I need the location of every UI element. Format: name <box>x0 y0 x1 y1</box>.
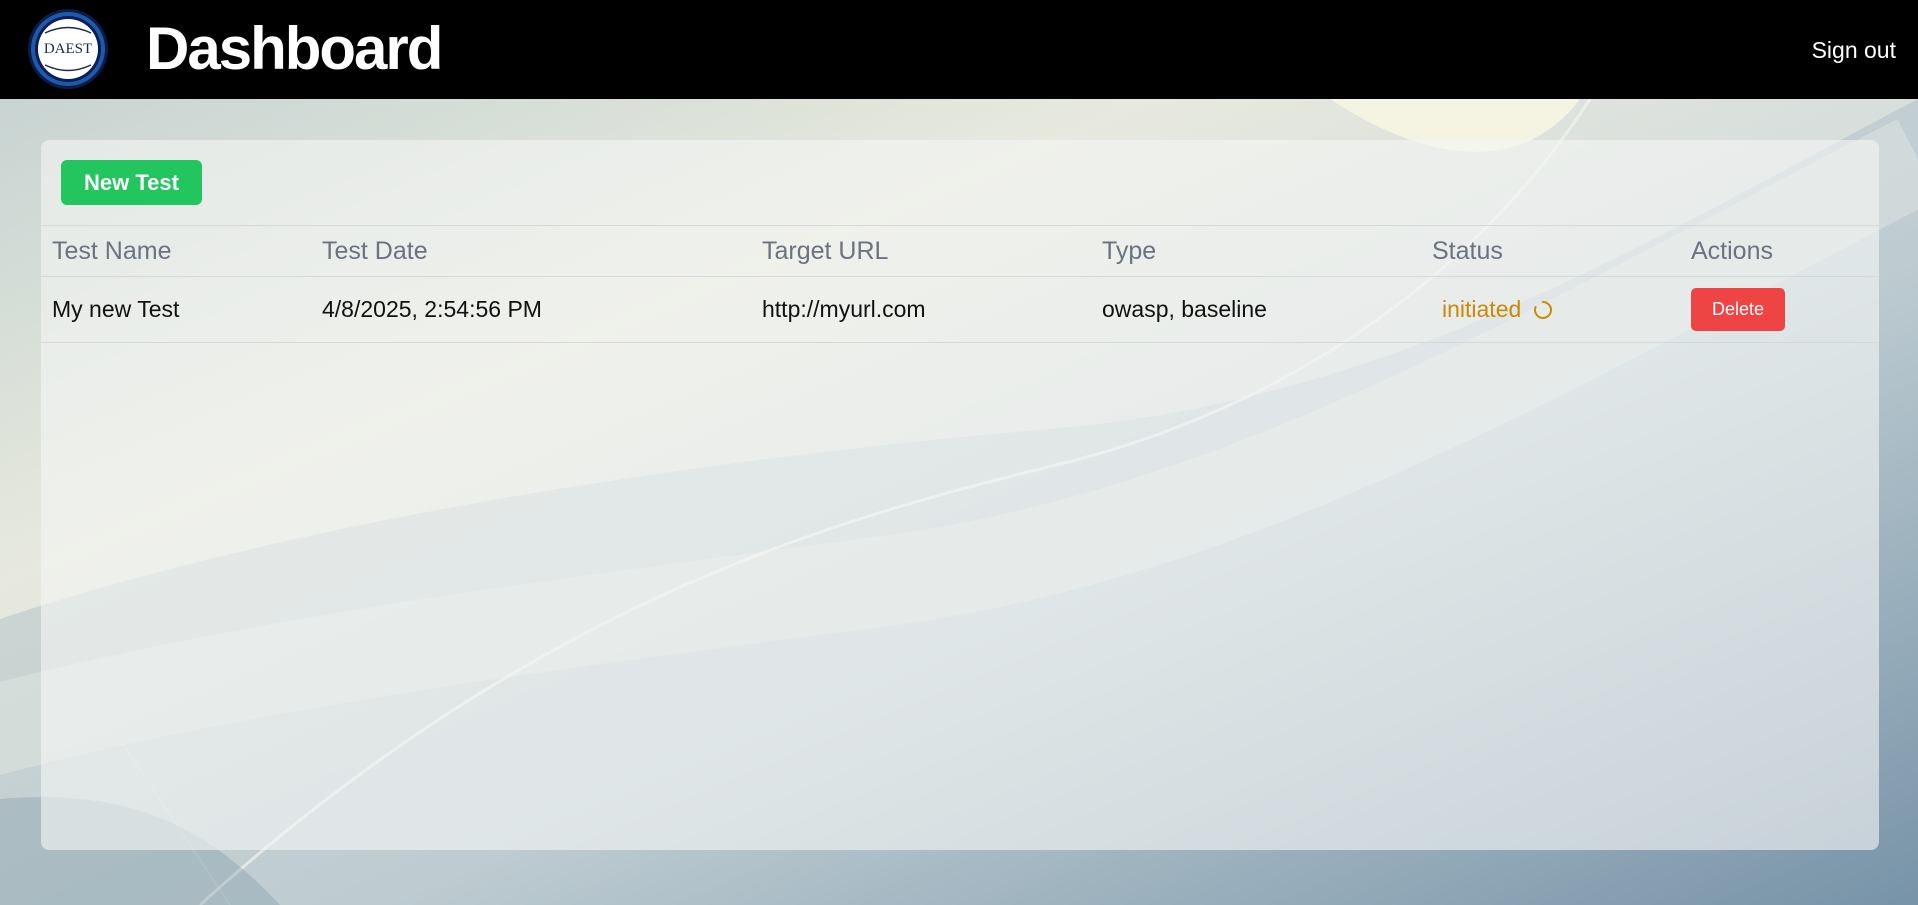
logo-text: DAEST <box>43 41 93 57</box>
column-header-actions: Actions <box>1691 236 1773 265</box>
spinner-icon <box>1533 300 1553 320</box>
tests-table: Test Name Test Date Target URL Type Stat… <box>41 225 1879 343</box>
sign-out-link[interactable]: Sign out <box>1812 36 1896 64</box>
cell-test-name: My new Test <box>52 296 180 322</box>
cell-actions: Delete <box>1680 277 1879 343</box>
table-row: My new Test 4/8/2025, 2:54:56 PM http://… <box>41 277 1879 343</box>
column-header-target-url: Target URL <box>762 236 889 265</box>
table-body: My new Test 4/8/2025, 2:54:56 PM http://… <box>41 277 1879 343</box>
cell-test-date: 4/8/2025, 2:54:56 PM <box>322 296 542 322</box>
cell-status: initiated <box>1421 277 1680 343</box>
status-badge: initiated <box>1442 296 1553 323</box>
status-label: initiated <box>1442 296 1522 322</box>
page-title: Dashboard <box>146 15 443 82</box>
table-header: Test Name Test Date Target URL Type Stat… <box>41 225 1879 277</box>
column-header-test-date: Test Date <box>322 236 428 265</box>
tests-card: New Test Test Name Test Date Target URL … <box>41 140 1879 850</box>
column-header-type: Type <box>1102 236 1157 265</box>
delete-button[interactable]: Delete <box>1691 288 1785 331</box>
cell-target-url: http://myurl.com <box>762 296 926 322</box>
new-test-button[interactable]: New Test <box>61 160 202 205</box>
table-header-row: Test Name Test Date Target URL Type Stat… <box>41 225 1879 277</box>
top-nav-bar: DAEST Dashboard Sign out <box>0 0 1918 99</box>
cell-type: owasp, baseline <box>1102 296 1267 322</box>
daest-logo[interactable]: DAEST <box>27 8 109 90</box>
column-header-status: Status <box>1432 236 1503 265</box>
column-header-test-name: Test Name <box>52 236 172 265</box>
